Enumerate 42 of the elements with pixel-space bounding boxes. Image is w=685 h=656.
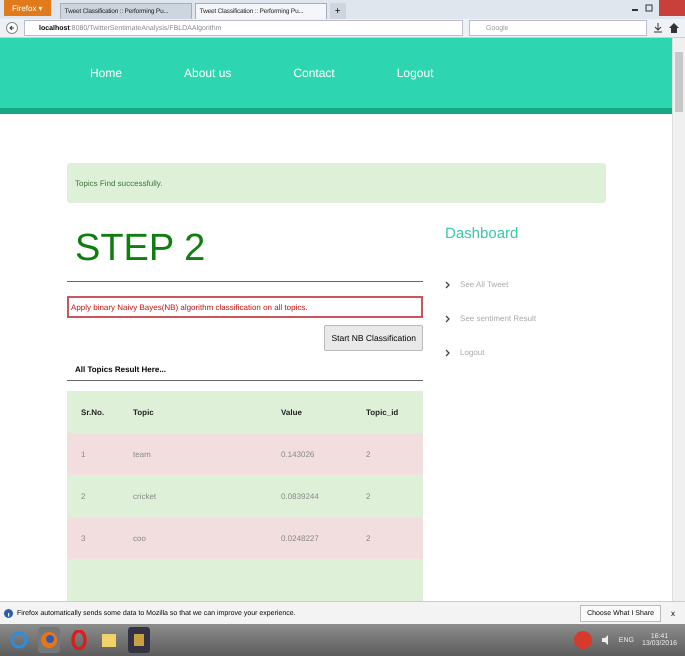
column-header: Sr.No. <box>81 408 106 416</box>
dashboard-link[interactable]: See sentiment Result <box>445 314 536 323</box>
dashboard-link[interactable]: See All Tweet <box>445 280 536 289</box>
chevron-icon <box>445 348 450 356</box>
firefox-menu-button[interactable]: Firefox ▾ <box>4 0 51 16</box>
chevron-icon <box>445 280 450 288</box>
column-header: Value <box>281 408 303 416</box>
table-cell-text: 0.143026 <box>281 450 316 458</box>
table-cell-text: 0.0839244 <box>281 492 320 500</box>
table-cell-text: 2 <box>366 534 372 542</box>
nav-link[interactable]: Contact <box>293 66 335 80</box>
dashboard-link[interactable]: Logout <box>445 348 536 357</box>
table-cell-text: team <box>133 450 152 458</box>
table-cell-text: 2 <box>81 492 86 500</box>
instruction-message: Apply binary Naivy Bayes(NB) algorithm classification on all topics. <box>67 296 423 318</box>
volume-icon[interactable] <box>600 635 611 645</box>
table-cell-text: 0.0248227 <box>281 534 320 542</box>
table-cell-text: coo <box>133 534 147 542</box>
home-icon[interactable] <box>669 23 679 33</box>
close-notification-button[interactable]: x <box>665 608 681 618</box>
nav-link[interactable]: Logout <box>396 66 434 80</box>
restore-icon[interactable] <box>645 4 653 12</box>
column-header: Topic_id <box>366 408 400 416</box>
table-cell-text: 3 <box>81 534 86 542</box>
table-cell-text: 2 <box>366 492 372 500</box>
table-cell-text: 2 <box>366 450 372 458</box>
app-icon[interactable] <box>128 627 150 653</box>
start-classification-button[interactable]: Start NB Classification <box>324 325 423 351</box>
nav-link[interactable]: About us <box>184 66 232 80</box>
info-icon <box>4 608 13 618</box>
dashboard-title: Dashboard <box>445 225 520 242</box>
nav-link[interactable]: Home <box>90 66 122 80</box>
table-cell-text: cricket <box>133 492 158 500</box>
chevron-icon <box>445 314 450 322</box>
step-heading: STEP 2 <box>75 227 206 267</box>
column-header: Topic <box>133 408 155 416</box>
success-alert: Topics Find successfully. <box>67 163 606 203</box>
table-cell-text: 1 <box>81 450 86 458</box>
download-icon[interactable] <box>653 23 663 33</box>
back-icon[interactable] <box>6 22 18 34</box>
results-title: All Topics Result Here... <box>75 365 167 374</box>
new-tab-button[interactable]: + <box>330 3 346 19</box>
